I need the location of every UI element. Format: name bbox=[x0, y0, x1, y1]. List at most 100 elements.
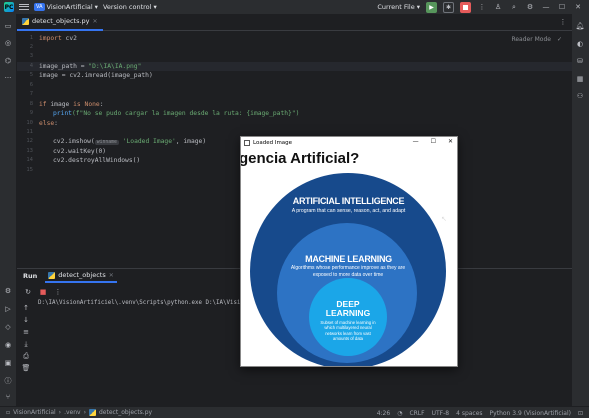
tab-label: detect_objects.py bbox=[32, 17, 90, 25]
keyword: is bbox=[73, 101, 81, 108]
reader-mode-toggle[interactable]: Reader Mode bbox=[511, 36, 551, 43]
minimize-icon[interactable]: — bbox=[541, 2, 551, 12]
python-console-icon[interactable]: ⚇ bbox=[575, 91, 585, 101]
run-config-selector[interactable]: Current File ▾ bbox=[377, 3, 420, 11]
ai-assistant-icon[interactable]: ◐ bbox=[575, 39, 585, 49]
search-icon[interactable]: ⌕ bbox=[509, 2, 519, 12]
statement: , image) bbox=[175, 138, 207, 145]
close-tab-icon[interactable]: ✕ bbox=[109, 272, 114, 279]
loaded-image-window[interactable]: Loaded Image — ☐ ✕ gencia Artificial? AR… bbox=[240, 136, 458, 367]
run-tab-detect-objects[interactable]: detect_objects ✕ bbox=[45, 269, 117, 283]
python-file-icon bbox=[89, 409, 96, 416]
version-control-menu[interactable]: Version control ▾ bbox=[103, 3, 157, 11]
code-line-import: import cv2 bbox=[39, 34, 77, 43]
settings-gear-icon[interactable]: ⚙ bbox=[525, 2, 535, 12]
dl-heading: DEEP LEARNING bbox=[325, 299, 371, 318]
line-number: 8 bbox=[29, 101, 33, 107]
ai-status-icon[interactable]: ◔ bbox=[397, 410, 402, 417]
run-tool-icon[interactable]: ▷ bbox=[3, 304, 13, 314]
close-tab-icon[interactable]: ✕ bbox=[93, 18, 98, 25]
sciview-icon[interactable]: ▦ bbox=[575, 74, 585, 84]
line-number: 14 bbox=[26, 157, 33, 163]
code-line-if: if image is None: bbox=[39, 100, 104, 109]
square-icon: ▫ bbox=[6, 409, 11, 416]
line-number: 7 bbox=[29, 91, 33, 97]
down-arrow-icon[interactable]: ↓ bbox=[21, 315, 31, 325]
tab-options-icon[interactable]: ⋮ bbox=[558, 17, 568, 27]
project-selector[interactable]: VA VisionArtificial ▾ bbox=[34, 3, 98, 11]
run-tab-label: detect_objects bbox=[58, 271, 106, 279]
print-icon[interactable]: ⎙ bbox=[21, 351, 31, 361]
close-icon[interactable]: ✕ bbox=[573, 2, 583, 12]
indent-setting[interactable]: 4 spaces bbox=[456, 410, 482, 417]
debug-button[interactable]: ✱ bbox=[443, 1, 454, 13]
stop-icon[interactable]: ■ bbox=[38, 287, 48, 297]
ai-heading: ARTIFICIAL INTELLIGENCE bbox=[292, 196, 405, 206]
line-number: 12 bbox=[26, 138, 33, 144]
window-controls: — ☐ ✕ bbox=[413, 138, 453, 145]
soft-wrap-icon[interactable]: ≡ bbox=[21, 327, 31, 337]
line-number: 3 bbox=[29, 53, 33, 59]
terminal-icon[interactable]: ▣ bbox=[3, 358, 13, 368]
title-bar: PC VA VisionArtificial ▾ Version control… bbox=[0, 0, 589, 14]
file-encoding[interactable]: UTF-8 bbox=[432, 410, 450, 417]
caret-position[interactable]: 4:26 bbox=[377, 410, 390, 417]
structure-icon[interactable]: ⌬ bbox=[3, 56, 13, 66]
status-widgets: 4:26 ◔ CRLF UTF-8 4 spaces Python 3.9 (V… bbox=[377, 407, 583, 418]
line-number: 15 bbox=[26, 167, 33, 173]
parameter-hint: winname bbox=[94, 140, 119, 145]
breadcrumb-item[interactable]: .venv bbox=[64, 409, 81, 416]
maximize-icon[interactable]: ☐ bbox=[431, 138, 436, 145]
keyword: if bbox=[39, 101, 47, 108]
folder-icon[interactable]: ▭ bbox=[3, 21, 13, 31]
services-icon[interactable]: ◉ bbox=[3, 340, 13, 350]
image-window-titlebar[interactable]: Loaded Image — ☐ ✕ bbox=[241, 137, 457, 148]
problems-icon[interactable]: ⓘ bbox=[3, 376, 13, 386]
project-name: VisionArtificial bbox=[46, 3, 93, 11]
database-icon[interactable]: ⛁ bbox=[575, 56, 585, 66]
pycharm-logo-icon[interactable]: PC bbox=[4, 2, 14, 12]
line-number: 13 bbox=[26, 148, 33, 154]
python-file-icon bbox=[22, 17, 29, 25]
vcs-label: Version control bbox=[102, 3, 152, 11]
breadcrumb-item[interactable]: VisionArtificial bbox=[13, 409, 56, 416]
close-icon[interactable]: ✕ bbox=[448, 138, 453, 145]
main-menu-icon[interactable] bbox=[19, 2, 29, 12]
dl-description: Subset of machine learning in which mult… bbox=[320, 320, 376, 342]
rerun-icon[interactable]: ↻ bbox=[23, 287, 33, 297]
run-panel-title: Run bbox=[23, 272, 38, 280]
keyword: import bbox=[39, 35, 62, 42]
add-user-icon[interactable]: ♙ bbox=[493, 2, 503, 12]
minimize-icon[interactable]: — bbox=[413, 138, 419, 145]
run-button[interactable]: ▶ bbox=[426, 1, 437, 13]
window-icon bbox=[244, 139, 250, 146]
more-tools-icon[interactable]: ··· bbox=[3, 73, 13, 83]
plugins-icon[interactable]: ⚙ bbox=[3, 286, 13, 296]
chevron-right-icon: › bbox=[83, 409, 86, 416]
keyword: None bbox=[80, 101, 100, 108]
ml-description: Algorithms whose performance improve as … bbox=[290, 265, 406, 278]
notifications-icon[interactable]: 🔔︎ bbox=[575, 21, 585, 31]
python-packages-icon[interactable]: ◇ bbox=[3, 322, 13, 332]
reader-mode-bar: Reader Mode ✓ bbox=[511, 36, 562, 43]
check-icon: ✓ bbox=[556, 36, 562, 43]
trash-icon[interactable]: 🗑︎ bbox=[21, 363, 31, 373]
string-literal: (f"No se pudo cargar la imagen desde la … bbox=[71, 110, 300, 117]
breadcrumb-item[interactable]: detect_objects.py bbox=[99, 409, 152, 416]
module-name: cv2 bbox=[61, 35, 77, 42]
stop-button[interactable] bbox=[460, 1, 471, 13]
line-ending[interactable]: CRLF bbox=[409, 410, 424, 417]
git-icon[interactable]: ⑂ bbox=[3, 392, 13, 402]
code-line-imread: image = cv2.imread(image_path) bbox=[39, 71, 153, 80]
tab-detect-objects[interactable]: detect_objects.py ✕ bbox=[17, 14, 103, 31]
maximize-icon[interactable]: ☐ bbox=[557, 2, 567, 12]
breadcrumb: ▫ VisionArtificial › .venv › detect_obje… bbox=[0, 409, 152, 416]
up-arrow-icon[interactable]: ↑ bbox=[21, 303, 31, 313]
chevron-down-icon: ▾ bbox=[416, 3, 420, 11]
more-actions-icon[interactable]: ⋮ bbox=[477, 2, 487, 12]
scroll-to-end-icon[interactable]: ⤓ bbox=[21, 339, 31, 349]
interpreter-selector[interactable]: Python 3.9 (VisionArtificial) bbox=[490, 410, 571, 417]
commit-icon[interactable]: ◎ bbox=[3, 38, 13, 48]
lock-icon[interactable]: ⊡ bbox=[578, 410, 583, 417]
more-icon[interactable]: ⋮ bbox=[53, 287, 63, 297]
